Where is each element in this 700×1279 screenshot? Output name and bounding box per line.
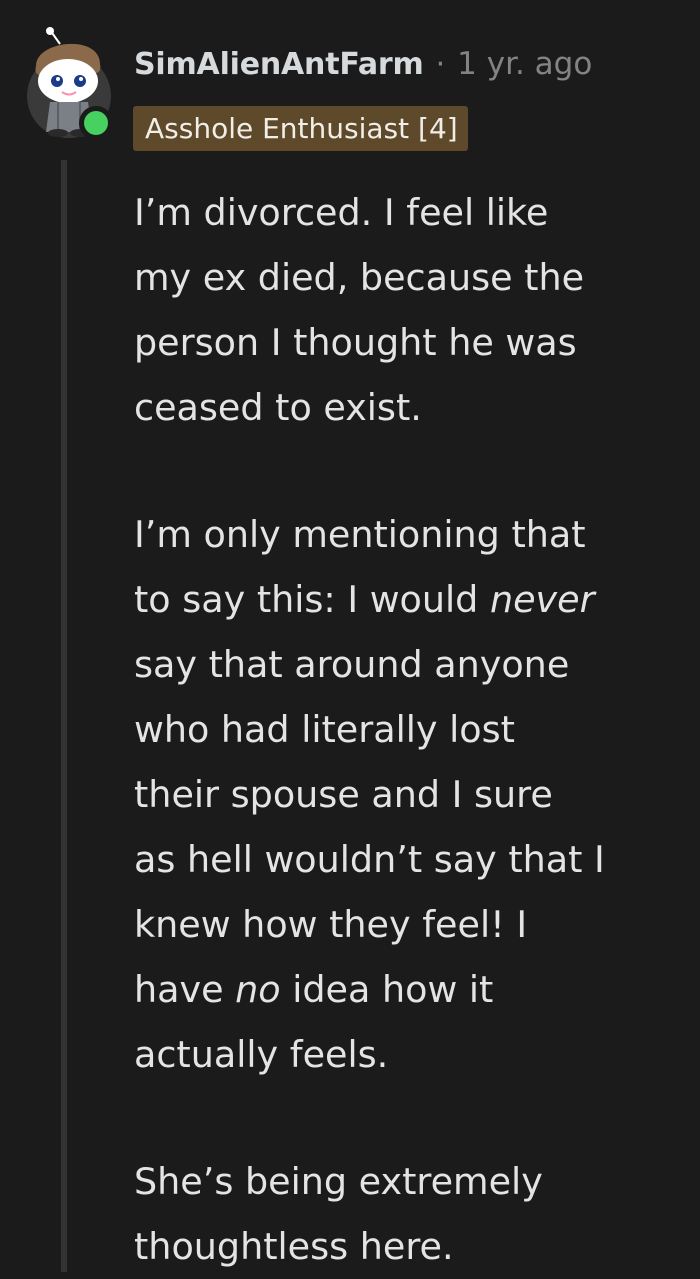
comment-paragraph: She’s being extremely thoughtless here.	[134, 1149, 679, 1279]
comment-meta: SimAlienAntFarm · 1 yr. ago	[134, 40, 592, 88]
comment-line: my ex died, because the	[134, 245, 679, 310]
comment-timestamp[interactable]: 1 yr. ago	[457, 46, 592, 82]
online-status-icon	[79, 106, 113, 140]
text-segment: idea how it	[280, 968, 494, 1011]
comment-line: their spouse and I sure	[134, 762, 679, 827]
comment-line: actually feels.	[134, 1022, 679, 1087]
comment-line: have no idea how it	[134, 957, 679, 1022]
text-segment: I’m only mentioning that	[134, 513, 586, 556]
username-link[interactable]: SimAlienAntFarm	[134, 47, 424, 82]
text-segment: knew how they feel! I	[134, 903, 528, 946]
text-segment: have	[134, 968, 236, 1011]
thread-line[interactable]	[61, 160, 67, 1272]
emphasis-text: never	[489, 578, 595, 621]
comment-line: She’s being extremely	[134, 1149, 679, 1214]
text-segment: ceased to exist.	[134, 386, 422, 429]
text-segment: their spouse and I sure	[134, 773, 553, 816]
text-segment: my ex died, because the	[134, 256, 585, 299]
comment-body: I’m divorced. I feel like my ex died, bec…	[134, 180, 679, 1279]
comment-line: to say this: I would never	[134, 567, 679, 632]
comment-line: knew how they feel! I	[134, 892, 679, 957]
comment-line: as hell wouldn’t say that I	[134, 827, 679, 892]
comment-line: I’m divorced. I feel like	[134, 180, 679, 245]
emphasis-text: no	[235, 968, 281, 1011]
comment-paragraph: I’m only mentioning that to say this: I w…	[134, 502, 679, 1087]
text-segment: person I thought he was	[134, 321, 577, 364]
text-segment: I’m divorced. I feel like	[134, 191, 549, 234]
comment-paragraph: I’m divorced. I feel like my ex died, bec…	[134, 180, 679, 440]
comment-line: ceased to exist.	[134, 375, 679, 440]
text-segment: say that around anyone	[134, 643, 570, 686]
text-segment: who had literally lost	[134, 708, 515, 751]
comment-line: I’m only mentioning that	[134, 502, 679, 567]
comment-line: thoughtless here.	[134, 1214, 679, 1279]
text-segment: as hell wouldn’t say that I	[134, 838, 605, 881]
comment-line: who had literally lost	[134, 697, 679, 762]
comment-line: say that around anyone	[134, 632, 679, 697]
text-segment: actually feels.	[134, 1033, 389, 1076]
text-segment: thoughtless here.	[134, 1225, 454, 1268]
user-flair: Asshole Enthusiast [4]	[133, 106, 468, 151]
meta-separator: ·	[435, 46, 446, 82]
text-segment: She’s being extremely	[134, 1160, 543, 1203]
comment-line: person I thought he was	[134, 310, 679, 375]
text-segment: to say this: I would	[134, 578, 490, 621]
